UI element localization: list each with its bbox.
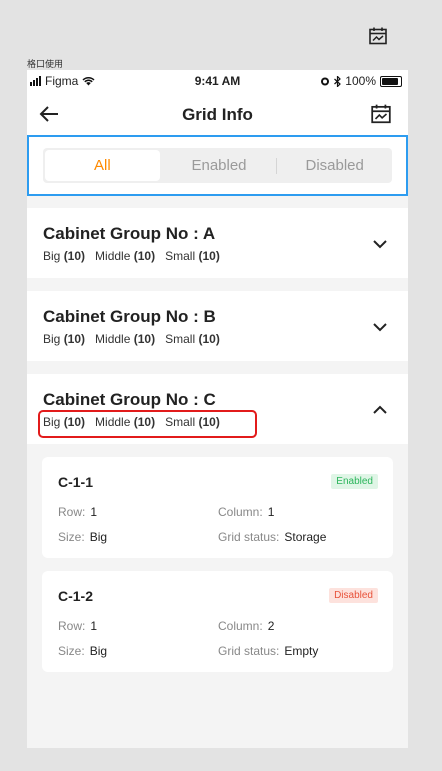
navigation-bar: Grid Info [27,92,408,136]
chevron-up-icon[interactable] [371,403,389,417]
segmented-control: All Enabled Disabled [43,148,392,183]
group-title: Cabinet Group No : B [43,307,216,326]
phone-screen: Figma 9:41 AM 100% Grid Info All Enabled… [27,70,408,748]
tab-all[interactable]: All [45,150,160,181]
cabinet-group-c[interactable]: Cabinet Group No : C Big (10) Middle (10… [27,374,408,444]
grid-status-field: Grid status: Storage [218,530,327,544]
size-field: Size: Big [58,530,108,544]
chevron-down-icon[interactable] [371,237,389,251]
battery-icon [380,75,402,87]
alarm-icon [321,77,330,86]
group-size-summary: Big (10) Middle (10) Small (10) [43,332,220,346]
highlight-box [38,410,257,438]
row-field: Row: 1 [58,505,98,519]
tab-disabled[interactable]: Disabled [277,148,392,183]
chevron-down-icon[interactable] [371,320,389,334]
cell-id: C-1-2 [58,588,94,604]
row-field: Row: 1 [58,619,98,633]
group-size-summary: Big (10) Middle (10) Small (10) [43,249,220,263]
page-title: Grid Info [182,105,253,124]
grid-cell-card[interactable]: C-1-2 Disabled Row: 1 Column: 2 Size: Big G… [42,571,393,672]
tab-enabled[interactable]: Enabled [162,148,277,183]
cell-id: C-1-1 [58,474,94,490]
cabinet-group-a[interactable]: Cabinet Group No : A Big (10) Middle (10… [27,208,408,278]
group-title: Cabinet Group No : A [43,224,216,243]
grid-cell-card[interactable]: C-1-1 Enabled Row: 1 Column: 1 Size: Big Gr… [42,457,393,558]
frame-label: 格口使用 [27,59,64,69]
battery-percent: 100% [345,74,376,88]
group-title: Cabinet Group No : C [43,390,216,409]
status-bar: Figma 9:41 AM 100% [27,70,408,92]
calendar-chart-icon[interactable] [368,26,388,46]
column-field: Column: 2 [218,619,275,633]
cabinet-group-b[interactable]: Cabinet Group No : B Big (10) Middle (10… [27,291,408,361]
column-field: Column: 1 [218,505,275,519]
size-field: Size: Big [58,644,108,658]
status-badge: Enabled [331,474,378,489]
status-badge: Disabled [329,588,378,603]
grid-status-field: Grid status: Empty [218,644,319,658]
filter-tabs-container: All Enabled Disabled [27,135,408,196]
bluetooth-icon [334,75,342,87]
calendar-chart-icon[interactable] [370,103,392,125]
